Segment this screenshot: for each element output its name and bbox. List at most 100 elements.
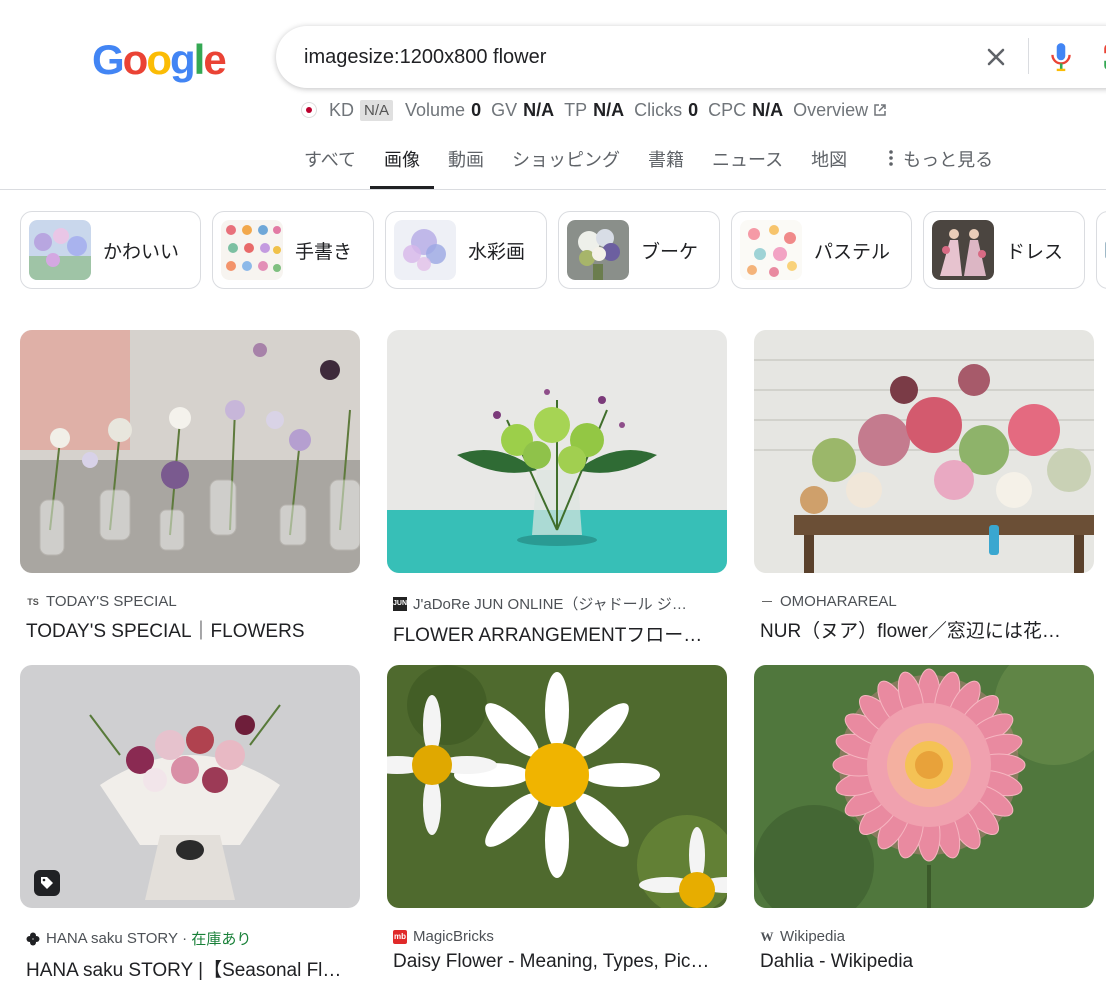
voice-search-icon[interactable] [1048, 41, 1074, 73]
result-image[interactable] [20, 330, 360, 573]
clear-icon[interactable] [982, 43, 1010, 71]
header-divider [0, 189, 1106, 190]
chip-thumbnail [221, 220, 283, 280]
volume-value: 0 [471, 99, 482, 120]
chip-pastel[interactable]: パステル [731, 211, 912, 289]
result-title[interactable]: Daisy Flower - Meaning, Types, Pic… [393, 951, 711, 973]
chip-thumbnail [567, 220, 629, 280]
search-box [276, 26, 1106, 88]
chip-label: ドレス [1006, 241, 1064, 263]
tab-shopping[interactable]: ショッピング [498, 138, 634, 182]
result-source[interactable]: HANA saku STORY · 在庫あり [26, 928, 348, 949]
site-favicon: mb [393, 929, 407, 944]
result-thumbnail [387, 330, 727, 573]
result-title[interactable]: Dahlia - Wikipedia [760, 951, 1078, 973]
result-image[interactable] [20, 665, 360, 908]
result-source[interactable]: TS TODAY'S SPECIAL [26, 593, 348, 610]
result-title[interactable]: TODAY'S SPECIAL｜FLOWERS [26, 616, 344, 643]
site-favicon: JUN [393, 596, 407, 611]
result-thumbnail [754, 665, 1094, 908]
suggestion-chips: かわいい 手書き 水彩画 ブーケ パステル ドレス [20, 211, 1106, 289]
result-image[interactable] [754, 330, 1094, 573]
tab-books[interactable]: 書籍 [634, 138, 698, 182]
tp-label: TP [564, 99, 588, 120]
result-title[interactable]: NUR（ヌア）flower／窓辺には花を … [760, 616, 1078, 643]
lens-search-icon[interactable] [1102, 42, 1106, 72]
image-result[interactable]: — OMOHARAREAL NUR（ヌア）flower／窓辺には花を … [754, 330, 1094, 643]
site-favicon: TS [27, 596, 39, 607]
result-source[interactable]: W Wikipedia [760, 928, 1082, 945]
image-result[interactable]: JUN J'aDoRe JUN ONLINE（ジャドール ジ… FLOWER A… [387, 330, 727, 647]
chip-tegaki[interactable]: 手書き [212, 211, 374, 289]
site-favicon: — [762, 596, 772, 607]
result-title[interactable]: FLOWER ARRANGEMENTフロー… [393, 620, 711, 647]
result-source[interactable]: mb MagicBricks [393, 928, 715, 945]
overview-label: Overview [793, 99, 869, 120]
result-image[interactable] [387, 330, 727, 573]
chip-dress[interactable]: ドレス [923, 211, 1085, 289]
overview-link[interactable]: Overview [793, 100, 887, 121]
kd-value-badge: N/A [360, 99, 394, 121]
chip-label: パステル [814, 241, 891, 263]
search-tabs: すべて 画像 動画 ショッピング 書籍 ニュース 地図 もっと見る [290, 138, 1007, 190]
tab-videos[interactable]: 動画 [434, 138, 498, 182]
chip-kawaii[interactable]: かわいい [20, 211, 201, 289]
tab-news[interactable]: ニュース [698, 138, 797, 182]
chip-thumbnail [394, 220, 456, 280]
result-thumbnail [20, 330, 360, 573]
result-source-name: HANA saku STORY [46, 930, 178, 947]
result-source-name: MagicBricks [413, 928, 494, 945]
tab-more-label: もっと見る [903, 150, 994, 170]
search-divider [1028, 38, 1029, 74]
google-logo[interactable]: Google [92, 36, 227, 84]
in-stock-label: 在庫あり [191, 931, 252, 948]
chip-thumbnail [740, 220, 802, 280]
shopping-tag-icon [34, 870, 60, 896]
chip-suisaiga[interactable]: 水彩画 [385, 211, 547, 289]
tab-all[interactable]: すべて [290, 138, 370, 182]
chip-bouquet[interactable]: ブーケ [558, 211, 720, 289]
result-thumbnail [20, 665, 360, 908]
result-source-name: OMOHARAREAL [780, 593, 897, 610]
result-thumbnail [387, 665, 727, 908]
image-result[interactable]: TS TODAY'S SPECIAL TODAY'S SPECIAL｜FLOWE… [20, 330, 360, 643]
kd-label: KD [329, 99, 355, 120]
result-source[interactable]: JUN J'aDoRe JUN ONLINE（ジャドール ジ… [393, 593, 715, 614]
result-thumbnail [754, 330, 1094, 573]
site-favicon [26, 932, 40, 946]
japan-flag-icon [301, 102, 317, 118]
gv-value: N/A [523, 99, 555, 120]
result-image[interactable] [387, 665, 727, 908]
image-result[interactable]: mb MagicBricks Daisy Flower - Meaning, T… [387, 665, 727, 973]
volume-label: Volume [405, 99, 466, 120]
cpc-value: N/A [752, 99, 784, 120]
chip-thumbnail [29, 220, 91, 280]
chip-partial[interactable] [1096, 211, 1106, 289]
tp-value: N/A [593, 99, 625, 120]
result-source-name: TODAY'S SPECIAL [46, 593, 177, 610]
result-source[interactable]: — OMOHARAREAL [760, 593, 1082, 610]
result-source-name: J'aDoRe JUN ONLINE（ジャドール ジ… [413, 596, 687, 613]
site-favicon: W [760, 928, 774, 944]
chip-label: 水彩画 [468, 241, 526, 263]
image-result[interactable]: W Wikipedia Dahlia - Wikipedia [754, 665, 1094, 973]
tab-more[interactable]: もっと見る [871, 138, 1007, 182]
external-link-icon [874, 104, 886, 116]
cpc-label: CPC [708, 99, 747, 120]
more-vert-icon [889, 150, 893, 166]
gv-label: GV [491, 99, 518, 120]
result-image[interactable] [754, 665, 1094, 908]
chip-label: ブーケ [641, 241, 699, 263]
tab-maps[interactable]: 地図 [797, 138, 861, 182]
clicks-label: Clicks [634, 99, 683, 120]
image-result[interactable]: HANA saku STORY · 在庫あり HANA saku STORY |… [20, 665, 360, 982]
result-source-name: Wikipedia [780, 928, 846, 945]
clicks-value: 0 [688, 99, 699, 120]
tab-images[interactable]: 画像 [370, 138, 435, 189]
chip-thumbnail [932, 220, 994, 280]
result-title[interactable]: HANA saku STORY |【Seasonal Fl… [26, 955, 344, 982]
search-input[interactable] [304, 44, 964, 70]
chip-label: かわいい [103, 241, 180, 263]
seo-metrics-bar: KD N/A Volume 0 GV N/A TP N/A Clicks 0 C… [301, 98, 887, 122]
chip-label: 手書き [295, 241, 353, 263]
